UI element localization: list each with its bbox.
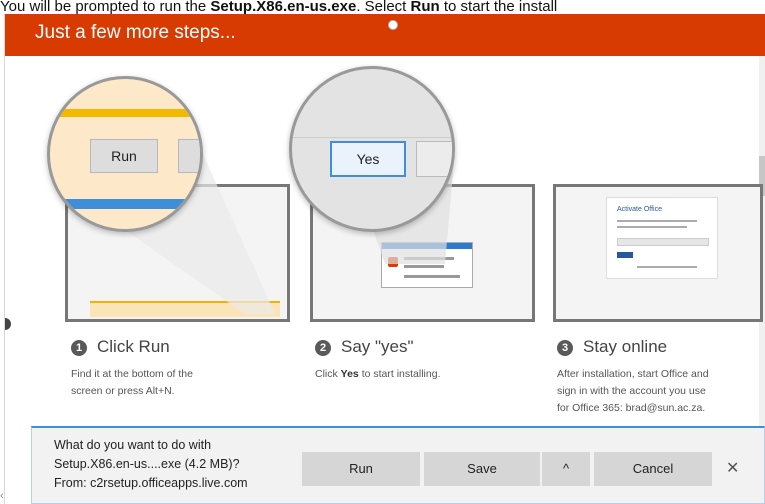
run-button[interactable]: Run <box>302 452 420 486</box>
step-1-number: 1 <box>71 340 87 356</box>
zoom-yes-button: Yes <box>289 66 455 232</box>
step-3-title: Stay online <box>583 337 668 356</box>
step-2-number: 2 <box>315 340 331 356</box>
save-button[interactable]: Save <box>424 452 540 486</box>
download-filename: Setup.X86.en-us....exe (4.2 MB)? <box>54 457 240 471</box>
download-source: From: c2rsetup.officeapps.live.com <box>54 476 248 490</box>
download-prompt-text: What do you want to do with Setup.X86.en… <box>54 436 248 493</box>
instruction-caption: You will be prompted to run the Setup.X8… <box>0 0 558 14</box>
scroll-left-arrow[interactable]: ‹ <box>0 490 10 504</box>
zoomed-yes-button: Yes <box>330 141 406 177</box>
cancel-button[interactable]: Cancel <box>594 452 712 486</box>
step-1-title: Click Run <box>97 337 170 356</box>
step-2-title: Say "yes" <box>341 337 414 356</box>
zoomed-no-button <box>416 141 452 177</box>
zoomed-adjacent-button <box>178 139 200 173</box>
step-3-number: 3 <box>557 340 573 356</box>
step-2-description: Click Yes to start installing. <box>315 368 441 380</box>
chevron-up-icon[interactable]: ^ <box>542 452 590 486</box>
install-window: Just a few more steps... Activate Office <box>4 14 765 504</box>
close-icon[interactable]: ✕ <box>726 458 739 478</box>
run-keyword: Run <box>410 0 440 14</box>
step-1-description: Find it at the bottom of the screen or p… <box>71 368 193 397</box>
zoomed-run-button: Run <box>90 139 158 173</box>
zoom-run-button: Run <box>47 76 203 232</box>
setup-filename: Setup.X86.en-us.exe <box>210 0 357 14</box>
step-3-description: After installation, start Office and sig… <box>557 368 709 414</box>
download-notification-bar: What do you want to do with Setup.X86.en… <box>31 426 765 504</box>
